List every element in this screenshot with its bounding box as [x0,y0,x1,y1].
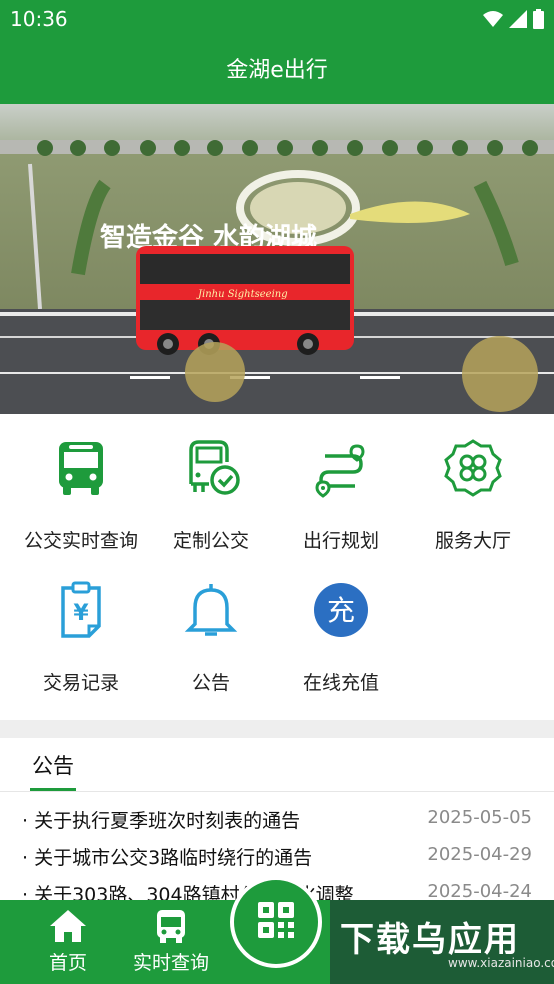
menu-label: 在线充值 [302,672,379,694]
menu-service-hall[interactable]: 服务大厅 [404,414,542,552]
menu-notice[interactable]: 公告 [142,556,280,694]
notice-title: · 关于城市公交3路临时绕行的通告 [22,847,313,869]
notice-tab[interactable]: 公告 [32,750,74,780]
notice-item[interactable]: · 关于执行夏季班次时刻表的通告 2025-05-05 [22,806,532,836]
status-time: 10:36 [10,7,68,31]
wifi-icon [483,11,503,27]
qr-code-icon [258,902,294,938]
svg-text:充: 充 [327,594,355,627]
qr-code-button[interactable] [230,876,322,968]
route-plan-icon [315,444,365,498]
function-grid: 公交实时查询 定制公交 出行规划 服务大厅 ¥ 交易记录 公告 充 在线充值 [0,414,554,720]
status-bar: 10:36 [0,0,554,38]
section-divider [0,720,554,738]
nav-realtime-label: 实时查询 [132,952,209,974]
battery-icon [533,9,544,29]
signal-icon [509,10,527,28]
home-icon [50,910,86,942]
banner-carousel[interactable]: 智造金谷 水韵湖城 Jinhu Sightseeing [0,104,554,414]
watermark-url: www.xiazainiao.com [448,956,554,970]
nav-home[interactable]: 首页 [24,900,112,984]
menu-custom-bus[interactable]: 定制公交 [142,414,280,552]
bus-icon [59,442,103,495]
menu-label: 服务大厅 [434,530,511,552]
app-bar: 金湖e出行 [0,38,554,104]
bus-text: Jinhu Sightseeing [196,289,288,300]
menu-label: 公告 [191,672,230,694]
notice-date: 2025-04-24 [427,881,532,900]
divider [0,791,554,792]
svg-text:¥: ¥ [73,601,89,626]
status-icons [483,9,544,29]
menu-label: 交易记录 [42,672,119,694]
menu-trip-planning[interactable]: 出行规划 [272,414,410,552]
menu-label: 出行规划 [302,530,379,552]
bus-icon [157,910,185,943]
menu-transaction-record[interactable]: ¥ 交易记录 [12,556,150,694]
notice-date: 2025-04-29 [427,844,532,865]
watermark-text: 下载乌应用 [340,920,520,960]
service-hall-icon [444,439,502,497]
page-title: 金湖e出行 [226,58,328,83]
watermark: 下载乌应用 www.xiazainiao.com [330,900,554,984]
menu-online-recharge[interactable]: 充 在线充值 [272,556,410,694]
bell-icon [184,584,238,636]
nav-home-label: 首页 [48,952,87,974]
transaction-record-icon: ¥ [61,581,101,638]
menu-label: 公交实时查询 [23,530,138,552]
recharge-icon: 充 [314,583,368,637]
banner-image: 智造金谷 水韵湖城 Jinhu Sightseeing [0,104,554,414]
custom-bus-icon [189,440,240,495]
nav-realtime[interactable]: 实时查询 [126,900,216,984]
notice-date: 2025-05-05 [427,807,532,828]
menu-label: 定制公交 [172,530,249,552]
notice-item[interactable]: · 关于城市公交3路临时绕行的通告 2025-04-29 [22,843,532,873]
notice-title: · 关于执行夏季班次时刻表的通告 [22,810,301,832]
menu-realtime-bus[interactable]: 公交实时查询 [12,414,150,552]
